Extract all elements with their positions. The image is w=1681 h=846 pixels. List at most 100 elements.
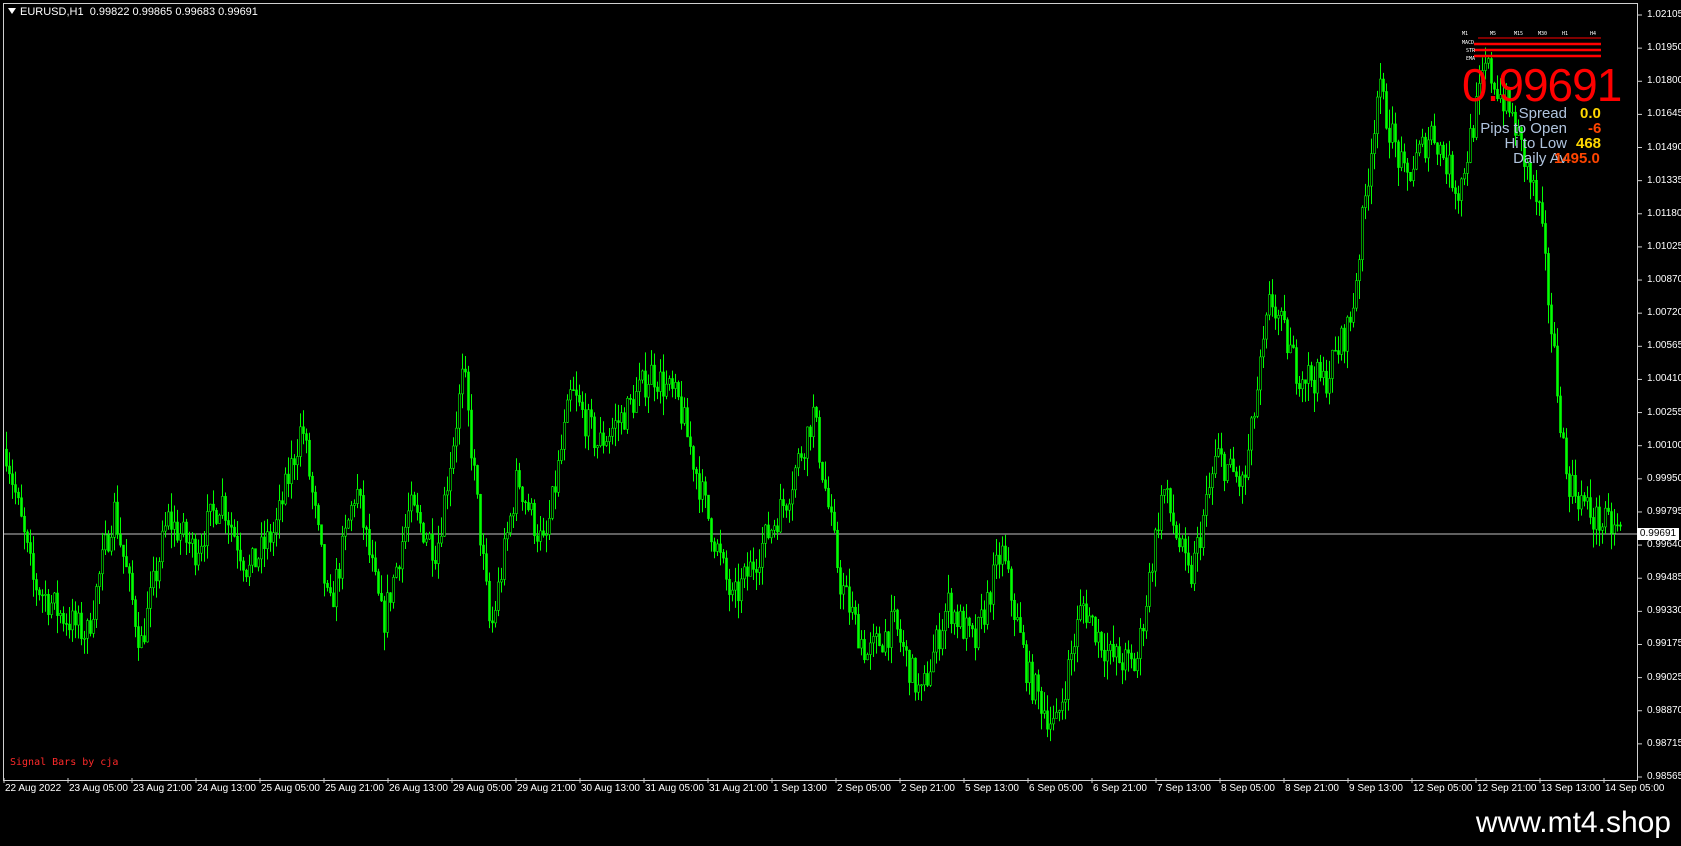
time-axis-label: 14 Sep 05:00 (1605, 783, 1665, 794)
candle-body (1322, 370, 1325, 378)
candle-body (356, 489, 359, 504)
candle-body (998, 554, 1001, 565)
candle-body (914, 657, 917, 693)
candle-body (473, 457, 476, 466)
candle-body (389, 592, 392, 603)
candle-body (1133, 658, 1136, 672)
candle-body (776, 525, 779, 533)
candle-body (248, 564, 251, 578)
price-axis-ticks (1637, 14, 1642, 778)
candle-body (1319, 362, 1322, 378)
candle-body (1571, 475, 1574, 497)
candle-body (95, 586, 98, 620)
time-axis-label: 2 Sep 21:00 (901, 783, 955, 794)
candle-body (449, 467, 452, 492)
price-axis-label: 1.00410 (1647, 373, 1681, 385)
tf-label: M1 (1462, 31, 1469, 37)
candle-body (1358, 259, 1361, 281)
candle-body (329, 587, 332, 594)
price-chart[interactable] (0, 0, 1681, 800)
candle-body (467, 371, 470, 411)
candle-body (68, 623, 71, 631)
candle-body (1307, 365, 1310, 384)
candle-body (224, 496, 227, 521)
candle-body (170, 511, 173, 530)
candle-body (899, 628, 902, 643)
price-axis-label: 1.01025 (1647, 240, 1681, 252)
candle-body (944, 611, 947, 632)
price-axis-label: 1.00870 (1647, 274, 1681, 286)
candle-body (1061, 701, 1064, 711)
candle-body (497, 581, 500, 611)
candle-body (167, 511, 170, 527)
candle-body (1412, 168, 1415, 182)
candle-body (1298, 383, 1301, 390)
candle-body (842, 585, 845, 595)
candle-body (836, 529, 839, 569)
time-axis-label: 1 Sep 13:00 (773, 783, 827, 794)
candle-body (893, 609, 896, 612)
candle-body (290, 458, 293, 484)
candle-body (17, 491, 20, 499)
candle-body (365, 527, 368, 530)
candle-body (1295, 347, 1298, 384)
candle-body (896, 609, 899, 630)
candle-body (1142, 627, 1145, 632)
candle-body (1196, 537, 1199, 554)
candle-body (989, 592, 992, 605)
tf-label: H4 (1590, 31, 1597, 37)
candle-body (251, 548, 254, 566)
candle-body (374, 557, 377, 573)
candle-body (458, 393, 461, 429)
candle-body (1187, 552, 1190, 566)
candle-body (557, 460, 560, 493)
candle-body (143, 635, 146, 643)
time-axis-label: 5 Sep 13:00 (965, 783, 1019, 794)
candle-body (644, 370, 647, 398)
price-axis-label: 0.98870 (1647, 704, 1681, 716)
candle-body (257, 558, 260, 568)
candle-body (1028, 661, 1031, 684)
candle-body (395, 566, 398, 578)
candle-body (722, 552, 725, 559)
candle-body (113, 501, 116, 538)
candle-body (1154, 529, 1157, 572)
candle-body (1244, 474, 1247, 478)
candle-body (1130, 652, 1133, 660)
candle-body (44, 594, 47, 596)
watermark: www.mt4.shop (1475, 806, 1671, 839)
price-axis-label: 0.98715 (1647, 737, 1681, 749)
candle-body (566, 399, 569, 423)
candle-body (593, 416, 596, 449)
candle-body (1259, 356, 1262, 391)
candle-body (1124, 649, 1127, 671)
candle-body (134, 599, 137, 627)
candle-body (158, 561, 161, 582)
candle-body (1148, 572, 1151, 607)
candle-body (659, 371, 662, 392)
candle-body (1457, 193, 1460, 201)
price-axis-label: 1.01335 (1647, 174, 1681, 186)
candle-body (773, 525, 776, 531)
candle-body (1394, 123, 1397, 143)
candle-body (278, 500, 281, 521)
candle-body (1049, 723, 1052, 730)
candle-body (704, 481, 707, 496)
candle-body (587, 409, 590, 437)
candle-body (509, 515, 512, 533)
candle-body (89, 620, 92, 634)
candle-body (764, 524, 767, 544)
candle-body (932, 651, 935, 673)
candle-body (299, 426, 302, 457)
candle-body (104, 534, 107, 551)
candle-body (677, 382, 680, 398)
candle-body (1391, 123, 1394, 143)
candle-body (1538, 201, 1541, 203)
candle-body (1040, 690, 1043, 714)
candle-body (383, 600, 386, 633)
candle-body (953, 611, 956, 625)
candle-body (950, 592, 953, 625)
candle-body (710, 518, 713, 543)
dropdown-triangle-icon[interactable] (8, 8, 16, 14)
candle-body (1022, 632, 1025, 645)
